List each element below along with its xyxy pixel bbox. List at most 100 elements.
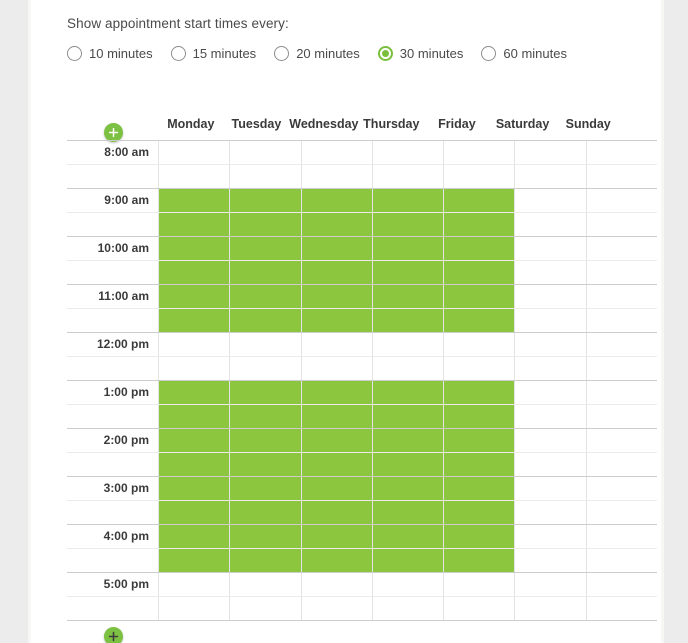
empty-slot-cell[interactable]: [300, 597, 372, 620]
empty-slot-cell[interactable]: [514, 141, 585, 164]
empty-slot-cell[interactable]: [585, 525, 657, 548]
radio-unselected-icon[interactable]: [67, 46, 82, 61]
empty-slot-cell[interactable]: [585, 189, 657, 212]
empty-slot-cell[interactable]: [585, 165, 657, 188]
available-slot-cell[interactable]: [158, 261, 230, 284]
available-slot-cell[interactable]: [371, 501, 444, 524]
empty-slot-cell[interactable]: [514, 525, 585, 548]
available-slot-cell[interactable]: [371, 261, 444, 284]
empty-slot-cell[interactable]: [585, 237, 657, 260]
empty-slot-cell[interactable]: [514, 597, 585, 620]
empty-slot-cell[interactable]: [158, 573, 229, 596]
empty-slot-cell[interactable]: [300, 141, 372, 164]
empty-slot-cell[interactable]: [514, 549, 585, 572]
available-slot-cell[interactable]: [300, 429, 372, 452]
available-slot-cell[interactable]: [371, 285, 444, 308]
empty-slot-cell[interactable]: [514, 309, 585, 332]
available-slot-cell[interactable]: [443, 453, 515, 476]
available-slot-cell[interactable]: [300, 381, 372, 404]
available-slot-cell[interactable]: [443, 285, 515, 308]
available-slot-cell[interactable]: [229, 525, 301, 548]
available-slot-cell[interactable]: [371, 405, 444, 428]
available-slot-cell[interactable]: [300, 549, 372, 572]
available-slot-cell[interactable]: [229, 189, 301, 212]
interval-option-60[interactable]: 60 minutes: [481, 46, 567, 61]
empty-slot-cell[interactable]: [443, 141, 514, 164]
empty-slot-cell[interactable]: [585, 333, 657, 356]
available-slot-cell[interactable]: [443, 501, 515, 524]
empty-slot-cell[interactable]: [585, 453, 657, 476]
available-slot-cell[interactable]: [300, 453, 372, 476]
empty-slot-cell[interactable]: [514, 405, 585, 428]
available-slot-cell[interactable]: [158, 477, 230, 500]
available-slot-cell[interactable]: [371, 381, 444, 404]
available-slot-cell[interactable]: [158, 213, 230, 236]
available-slot-cell[interactable]: [229, 549, 301, 572]
available-slot-cell[interactable]: [158, 189, 230, 212]
available-slot-cell[interactable]: [229, 453, 301, 476]
available-slot-cell[interactable]: [443, 213, 515, 236]
available-slot-cell[interactable]: [371, 189, 444, 212]
available-slot-cell[interactable]: [229, 429, 301, 452]
available-slot-cell[interactable]: [300, 405, 372, 428]
add-time-row-bottom-button[interactable]: [104, 627, 123, 643]
available-slot-cell[interactable]: [443, 525, 515, 548]
empty-slot-cell[interactable]: [585, 141, 657, 164]
available-slot-cell[interactable]: [229, 213, 301, 236]
empty-slot-cell[interactable]: [585, 405, 657, 428]
empty-slot-cell[interactable]: [371, 573, 443, 596]
empty-slot-cell[interactable]: [443, 597, 514, 620]
empty-slot-cell[interactable]: [300, 165, 372, 188]
empty-slot-cell[interactable]: [585, 429, 657, 452]
available-slot-cell[interactable]: [300, 261, 372, 284]
radio-selected-icon[interactable]: [377, 46, 393, 61]
empty-slot-cell[interactable]: [158, 141, 229, 164]
available-slot-cell[interactable]: [371, 237, 444, 260]
empty-slot-cell[interactable]: [158, 333, 229, 356]
empty-slot-cell[interactable]: [514, 381, 585, 404]
empty-slot-cell[interactable]: [585, 549, 657, 572]
available-slot-cell[interactable]: [300, 237, 372, 260]
empty-slot-cell[interactable]: [585, 309, 657, 332]
empty-slot-cell[interactable]: [443, 573, 514, 596]
available-slot-cell[interactable]: [443, 477, 515, 500]
empty-slot-cell[interactable]: [371, 333, 443, 356]
interval-option-15[interactable]: 15 minutes: [170, 46, 256, 61]
empty-slot-cell[interactable]: [371, 165, 443, 188]
empty-slot-cell[interactable]: [229, 573, 300, 596]
empty-slot-cell[interactable]: [229, 141, 300, 164]
interval-option-10[interactable]: 10 minutes: [67, 46, 153, 61]
available-slot-cell[interactable]: [158, 381, 230, 404]
available-slot-cell[interactable]: [158, 429, 230, 452]
empty-slot-cell[interactable]: [371, 597, 443, 620]
available-slot-cell[interactable]: [229, 261, 301, 284]
empty-slot-cell[interactable]: [514, 165, 585, 188]
empty-slot-cell[interactable]: [158, 597, 229, 620]
available-slot-cell[interactable]: [229, 381, 301, 404]
available-slot-cell[interactable]: [158, 237, 230, 260]
empty-slot-cell[interactable]: [229, 165, 300, 188]
empty-slot-cell[interactable]: [158, 357, 229, 380]
available-slot-cell[interactable]: [443, 309, 515, 332]
empty-slot-cell[interactable]: [229, 333, 300, 356]
available-slot-cell[interactable]: [229, 285, 301, 308]
empty-slot-cell[interactable]: [300, 333, 372, 356]
empty-slot-cell[interactable]: [514, 429, 585, 452]
empty-slot-cell[interactable]: [585, 381, 657, 404]
available-slot-cell[interactable]: [229, 237, 301, 260]
available-slot-cell[interactable]: [371, 213, 444, 236]
available-slot-cell[interactable]: [443, 189, 515, 212]
available-slot-cell[interactable]: [158, 285, 230, 308]
empty-slot-cell[interactable]: [158, 165, 229, 188]
available-slot-cell[interactable]: [229, 477, 301, 500]
empty-slot-cell[interactable]: [585, 597, 657, 620]
empty-slot-cell[interactable]: [514, 573, 585, 596]
available-slot-cell[interactable]: [443, 429, 515, 452]
available-slot-cell[interactable]: [443, 237, 515, 260]
available-slot-cell[interactable]: [443, 405, 515, 428]
available-slot-cell[interactable]: [371, 309, 444, 332]
available-slot-cell[interactable]: [443, 549, 515, 572]
radio-unselected-icon[interactable]: [481, 46, 497, 61]
available-slot-cell[interactable]: [371, 453, 444, 476]
available-slot-cell[interactable]: [371, 549, 444, 572]
